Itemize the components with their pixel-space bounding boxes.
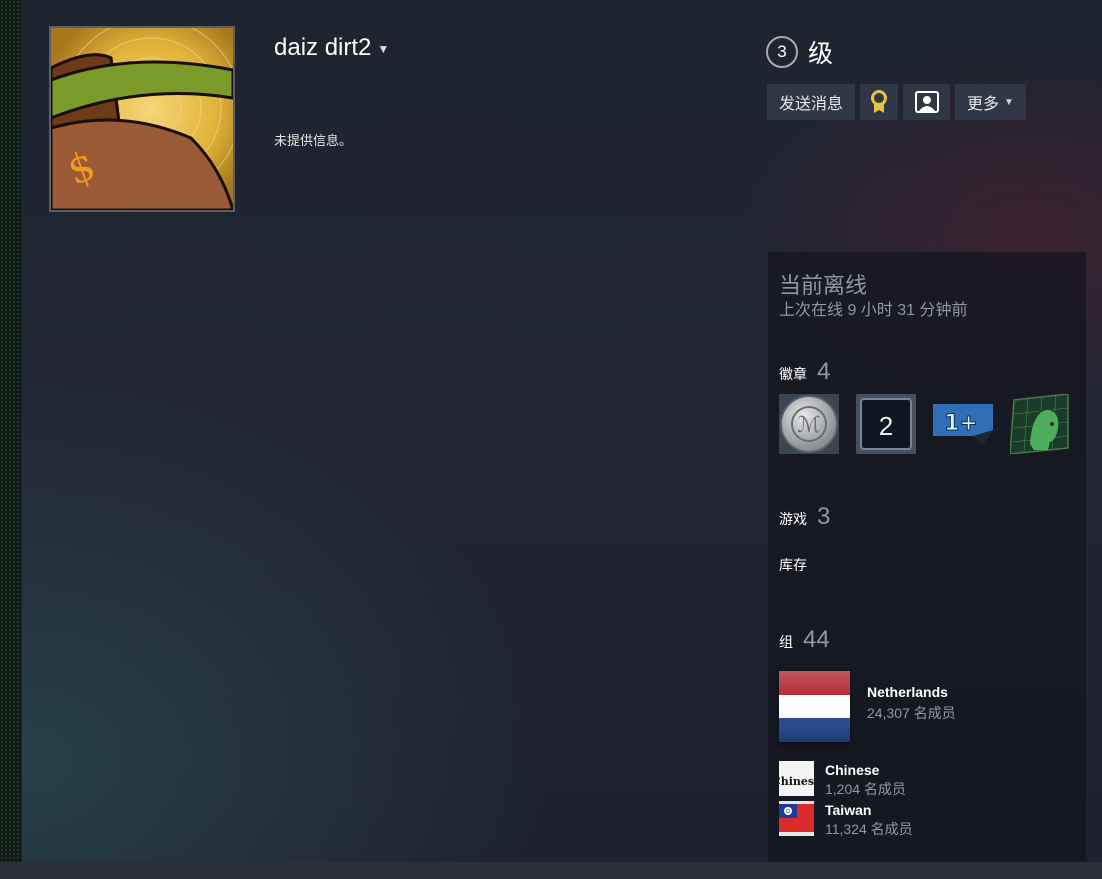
- profile-level[interactable]: 3 级: [766, 34, 833, 70]
- more-label: 更多: [967, 96, 1000, 113]
- badges-label: 徽章: [779, 366, 807, 382]
- group-members: 1,204 名成员: [825, 781, 906, 797]
- group-members: 11,324 名成员: [825, 821, 913, 837]
- games-count: 3: [817, 503, 831, 530]
- more-dropdown-button[interactable]: 更多 ▼: [955, 84, 1026, 120]
- svg-text:ℳ: ℳ: [797, 413, 821, 438]
- group-name[interactable]: Chinese: [825, 762, 906, 778]
- badge-years-text: 2: [879, 411, 893, 441]
- badges-count: 4: [817, 358, 831, 385]
- chevron-down-icon: ▼: [377, 41, 390, 56]
- send-message-button[interactable]: 发送消息: [767, 84, 856, 120]
- inventory-link[interactable]: 库存: [779, 555, 807, 575]
- badge-list: ℳ 2 1+: [779, 393, 1070, 455]
- level-label: 级: [808, 40, 834, 68]
- group-name[interactable]: Taiwan: [825, 802, 913, 818]
- group-item: Taiwan 11,324 名成员: [779, 801, 913, 839]
- profile-actions: 发送消息 更多 ▼: [767, 84, 1026, 120]
- badges-header-link[interactable]: 徽章 4: [779, 358, 830, 386]
- chinese-group-logo-icon[interactable]: Chinese: [779, 761, 814, 796]
- bottom-bar: [0, 862, 1102, 879]
- taiwan-flag-icon[interactable]: [779, 801, 814, 836]
- last-online: 上次在线 9 小时 31 分钟前: [779, 302, 968, 319]
- avatar-image: $: [51, 28, 233, 210]
- badge-portrait-icon[interactable]: [1009, 393, 1070, 455]
- netherlands-flag-icon[interactable]: [779, 671, 850, 742]
- award-button[interactable]: [860, 84, 899, 120]
- group-name[interactable]: Netherlands: [867, 684, 956, 700]
- award-icon: [871, 90, 888, 113]
- persona-name: daiz dirt2: [274, 34, 372, 61]
- persona-name-dropdown[interactable]: daiz dirt2 ▼: [274, 34, 389, 62]
- games-header-link[interactable]: 游戏 3: [779, 503, 830, 531]
- profile-summary: 未提供信息。: [274, 133, 353, 148]
- groups-label: 组: [779, 634, 793, 650]
- chevron-down-icon: ▼: [1004, 96, 1014, 108]
- profile-avatar[interactable]: $: [49, 26, 235, 212]
- level-number: 3: [766, 36, 798, 68]
- page-edge-strip: [0, 0, 22, 862]
- games-label: 游戏: [779, 511, 807, 527]
- profile-right-column: 当前离线 上次在线 9 小时 31 分钟前 徽章 4 ℳ 2 1+ 游戏 3 库…: [768, 252, 1086, 862]
- view-profile-card-button[interactable]: [903, 84, 951, 120]
- badge-level-text: 1+: [944, 411, 978, 436]
- badge-coin-icon[interactable]: ℳ: [779, 394, 839, 454]
- groups-count: 44: [803, 626, 830, 653]
- chinese-logo-text: Chinese: [779, 775, 814, 788]
- profile-card-icon: [914, 91, 939, 113]
- badge-level-up-icon[interactable]: 1+: [933, 394, 993, 454]
- group-members: 24,307 名成员: [867, 705, 956, 721]
- group-item: Chinese Chinese 1,204 名成员: [779, 761, 906, 799]
- groups-header-link[interactable]: 组 44: [779, 626, 830, 654]
- group-item: Netherlands 24,307 名成员: [779, 671, 956, 742]
- badge-years-icon[interactable]: 2: [856, 394, 916, 454]
